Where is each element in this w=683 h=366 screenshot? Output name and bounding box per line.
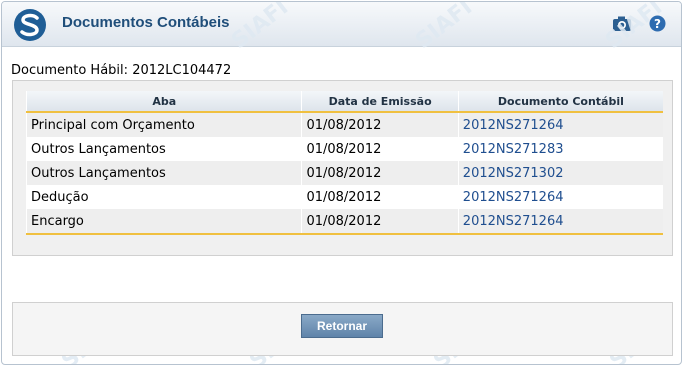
cell-data-emissao: 01/08/2012 bbox=[301, 112, 459, 137]
documento-contabil-link[interactable]: 2012NS271264 bbox=[457, 112, 663, 137]
table-row: Outros Lançamentos 01/08/2012 2012NS2712… bbox=[25, 137, 663, 161]
cell-data-emissao: 01/08/2012 bbox=[301, 209, 459, 235]
cell-aba: Dedução bbox=[25, 185, 302, 209]
table-row: Encargo 01/08/2012 2012NS271264 bbox=[25, 209, 663, 235]
return-button[interactable]: Retornar bbox=[301, 314, 383, 338]
cell-data-emissao: 01/08/2012 bbox=[301, 161, 459, 185]
cell-aba: Outros Lançamentos bbox=[25, 161, 302, 185]
column-header-documento-contabil[interactable]: Documento Contábil bbox=[457, 91, 663, 113]
table-row: Outros Lançamentos 01/08/2012 2012NS2713… bbox=[25, 161, 663, 185]
cell-aba: Outros Lançamentos bbox=[25, 137, 302, 161]
help-icon[interactable]: ? bbox=[649, 15, 666, 32]
camera-icon[interactable] bbox=[612, 15, 632, 33]
table-row: Principal com Orçamento 01/08/2012 2012N… bbox=[25, 112, 663, 137]
documento-habil-value: 2012LC104472 bbox=[132, 63, 232, 78]
documento-contabil-link[interactable]: 2012NS271264 bbox=[457, 209, 663, 235]
window-header: Documentos Contábeis ? bbox=[2, 2, 681, 47]
documento-contabil-link[interactable]: 2012NS271283 bbox=[457, 137, 663, 161]
table-header-row: Aba Data de Emissão Documento Contábil bbox=[25, 91, 663, 113]
window-title: Documentos Contábeis bbox=[62, 14, 230, 31]
documents-table: Aba Data de Emissão Documento Contábil P… bbox=[25, 91, 663, 235]
footer-bar: Retornar bbox=[12, 302, 673, 356]
documents-panel: Aba Data de Emissão Documento Contábil P… bbox=[12, 80, 673, 256]
table-row: Dedução 01/08/2012 2012NS271264 bbox=[25, 185, 663, 209]
documento-habil-line: Documento Hábil: 2012LC104472 bbox=[11, 63, 231, 78]
column-header-aba[interactable]: Aba bbox=[25, 91, 302, 113]
siafi-logo-icon bbox=[14, 9, 46, 41]
documento-habil-label: Documento Hábil: bbox=[11, 63, 129, 78]
cell-data-emissao: 01/08/2012 bbox=[301, 137, 459, 161]
documentos-contabeis-window: Documentos Contábeis ? SIAFI SIAFI SIAFI… bbox=[1, 1, 682, 365]
svg-text:?: ? bbox=[654, 17, 661, 31]
documento-contabil-link[interactable]: 2012NS271264 bbox=[457, 185, 663, 209]
cell-data-emissao: 01/08/2012 bbox=[301, 185, 459, 209]
column-header-data-emissao[interactable]: Data de Emissão bbox=[301, 91, 459, 113]
documento-contabil-link[interactable]: 2012NS271302 bbox=[457, 161, 663, 185]
cell-aba: Encargo bbox=[25, 209, 302, 235]
cell-aba: Principal com Orçamento bbox=[25, 112, 302, 137]
